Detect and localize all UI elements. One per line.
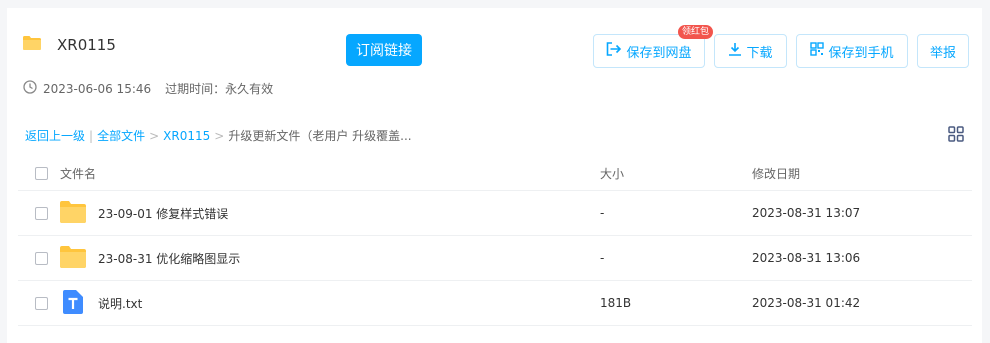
page-title: XR0115 — [57, 36, 116, 54]
report-button[interactable]: 举报 — [917, 34, 969, 68]
txt-file-icon — [63, 289, 83, 317]
download-icon — [728, 42, 742, 60]
file-name[interactable]: 说明.txt — [98, 295, 142, 312]
breadcrumb-back[interactable]: 返回上一级 — [25, 129, 85, 143]
save-to-disk-label: 保存到网盘 — [626, 45, 692, 61]
column-date-header[interactable]: 修改日期 — [752, 165, 800, 182]
file-date: 2023-08-31 01:42 — [752, 296, 861, 310]
table-header: 文件名 大小 修改日期 — [18, 156, 972, 191]
file-date: 2023-08-31 13:07 — [752, 206, 861, 220]
table-row[interactable]: 23-08-31 优化缩略图显示 - 2023-08-31 13:06 — [18, 236, 972, 281]
save-icon — [606, 42, 622, 60]
file-name[interactable]: 23-08-31 优化缩略图显示 — [98, 250, 240, 267]
red-packet-badge[interactable]: 领红包 — [678, 25, 714, 39]
column-name-header[interactable]: 文件名 — [60, 165, 96, 182]
select-all-checkbox[interactable] — [35, 166, 48, 180]
folder-icon — [60, 245, 86, 271]
save-to-phone-label: 保存到手机 — [828, 45, 894, 61]
save-to-phone-button[interactable]: 保存到手机 — [796, 34, 908, 68]
row-checkbox[interactable] — [35, 251, 48, 265]
grid-view-icon[interactable] — [948, 126, 964, 146]
file-name[interactable]: 23-09-01 修复样式错误 — [98, 205, 228, 222]
expire-time: 过期时间：永久有效 — [165, 82, 274, 96]
file-size: 181B — [600, 296, 632, 310]
folder-icon — [60, 200, 86, 226]
table-row[interactable]: 说明.txt 181B 2023-08-31 01:42 — [18, 281, 972, 326]
row-checkbox[interactable] — [35, 296, 48, 310]
share-page-card: XR0115 订阅链接 保存到网盘 领红包 下载 保存到手机 举报 2023-0… — [7, 8, 982, 343]
file-name-cell[interactable]: 说明.txt — [60, 289, 142, 317]
download-label: 下载 — [746, 45, 773, 61]
file-name-cell[interactable]: 23-08-31 优化缩略图显示 — [60, 245, 240, 271]
file-date: 2023-08-31 13:06 — [752, 251, 861, 265]
share-meta: 2023-06-06 15:46 过期时间：永久有效 — [23, 80, 273, 97]
file-size: - — [600, 251, 605, 265]
created-time: 2023-06-06 15:46 — [43, 81, 152, 96]
breadcrumb-current: 升级更新文件（老用户 升级覆盖... — [228, 129, 412, 143]
column-size-header[interactable]: 大小 — [600, 165, 624, 182]
file-name-cell[interactable]: 23-09-01 修复样式错误 — [60, 200, 228, 226]
clock-icon — [23, 80, 37, 97]
subscribe-link-button[interactable]: 订阅链接 — [346, 34, 422, 66]
row-checkbox[interactable] — [35, 206, 48, 220]
qr-code-icon — [810, 42, 825, 60]
report-label: 举报 — [929, 45, 956, 61]
table-row[interactable]: 23-09-01 修复样式错误 - 2023-08-31 13:07 — [18, 191, 972, 236]
file-size: - — [600, 206, 605, 220]
breadcrumb-all-files[interactable]: 全部文件 — [97, 129, 145, 143]
save-to-disk-button[interactable]: 保存到网盘 — [593, 34, 705, 68]
download-button[interactable]: 下载 — [714, 34, 787, 68]
folder-header: XR0115 — [23, 36, 116, 54]
breadcrumb-folder[interactable]: XR0115 — [163, 129, 210, 143]
breadcrumb: 返回上一级 | 全部文件 > XR0115 > 升级更新文件（老用户 升级覆盖... — [25, 129, 412, 143]
folder-icon — [23, 36, 41, 54]
